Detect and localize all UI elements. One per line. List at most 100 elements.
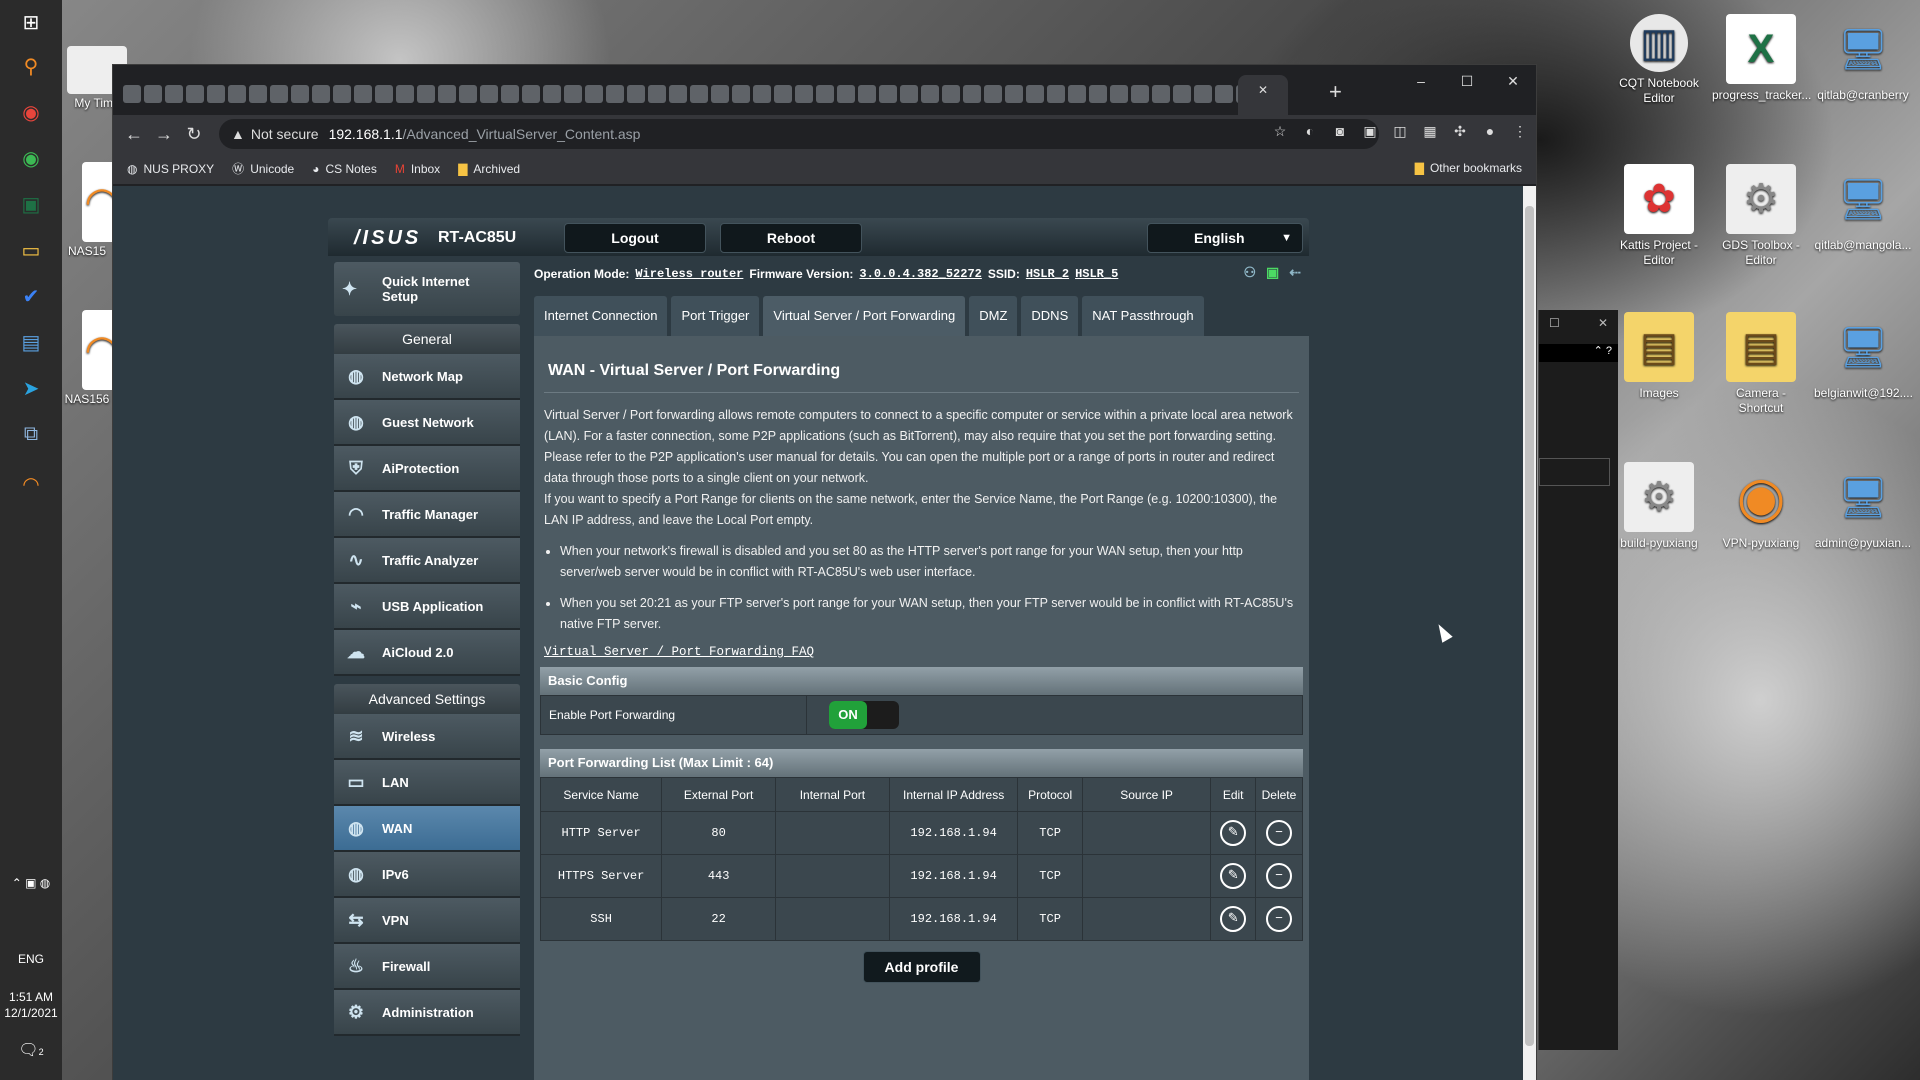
windows-icon[interactable]: ⊞	[15, 6, 47, 38]
tab-favicon[interactable]	[1152, 85, 1170, 103]
edit-icon[interactable]: ✎	[1220, 863, 1247, 889]
faq-link[interactable]: Virtual Server / Port Forwarding FAQ	[540, 645, 1303, 659]
bookmark-item[interactable]: Ⓦ Unicode	[232, 160, 294, 177]
tab-favicon[interactable]	[249, 85, 267, 103]
desktop-icon-nas156[interactable]: ◠ NAS156	[62, 306, 122, 407]
tab-nat-passthrough[interactable]: NAT Passthrough	[1082, 296, 1204, 336]
desktop-icon-kattis[interactable]: ✿ Kattis Project - Editor	[1610, 158, 1708, 268]
scrollbar-thumb[interactable]	[1525, 206, 1534, 1046]
tab-favicon[interactable]	[522, 85, 540, 103]
tab-favicon[interactable]	[312, 85, 330, 103]
tab-favicon[interactable]	[354, 85, 372, 103]
forward-icon[interactable]: →	[149, 124, 179, 145]
excel-icon[interactable]: ▣	[15, 188, 47, 220]
tab-virtual-server[interactable]: Virtual Server / Port Forwarding	[763, 296, 966, 336]
tab-favicon[interactable]	[417, 85, 435, 103]
tab-favicon[interactable]	[123, 85, 141, 103]
glasses-icon[interactable]: ◫	[1390, 121, 1410, 141]
tab-port-trigger[interactable]: Port Trigger	[671, 296, 760, 336]
desktop-icon-camera[interactable]: ▤ Camera - Shortcut	[1712, 306, 1810, 416]
puzzle-icon[interactable]: ✣	[1450, 121, 1470, 141]
op-mode-link[interactable]: Wireless router	[635, 267, 743, 281]
star-icon[interactable]: ☆	[1270, 121, 1290, 141]
desktop-icon-nas15[interactable]: ◠ NAS15	[62, 158, 122, 259]
tab-favicon[interactable]	[1068, 85, 1086, 103]
tab-favicon[interactable]	[228, 85, 246, 103]
desktop-icon-belgianwit[interactable]: 🖥 belgianwit@192....	[1814, 306, 1913, 401]
tab-favicon[interactable]	[711, 85, 729, 103]
tab-favicon[interactable]	[921, 85, 939, 103]
clock-time[interactable]: 1:51 AM	[0, 990, 62, 1004]
background-window-controls[interactable]: ☐ ✕	[1539, 310, 1618, 340]
tab-favicon[interactable]	[879, 85, 897, 103]
menu-administration[interactable]: ⚙ Administration	[334, 990, 520, 1036]
menu-network-map[interactable]: ◍ Network Map	[334, 354, 520, 400]
menu-traffic-analyzer[interactable]: ∿ Traffic Analyzer	[334, 538, 520, 584]
tab-favicon[interactable]	[900, 85, 918, 103]
tab-favicon[interactable]	[732, 85, 750, 103]
tab-internet-connection[interactable]: Internet Connection	[534, 296, 668, 336]
warning-icon[interactable]: ▲	[231, 126, 245, 142]
desktop-icon-qitlab-cranberry[interactable]: 🖥 qitlab@cranberry	[1814, 8, 1912, 103]
network-icon[interactable]: ⧉	[15, 418, 47, 450]
reboot-button[interactable]: Reboot	[720, 223, 862, 253]
add-profile-button[interactable]: Add profile	[862, 951, 981, 983]
menu-aicloud[interactable]: ☁ AiCloud 2.0	[334, 630, 520, 676]
tab-favicon[interactable]	[207, 85, 225, 103]
tab-favicon[interactable]	[858, 85, 876, 103]
desktop-icon-images[interactable]: ▤ Images	[1610, 306, 1708, 401]
tray-icons[interactable]: ⌃ ▣ ◍	[0, 876, 62, 890]
fw-link[interactable]: 3.0.0.4.382_52272	[859, 267, 981, 281]
tab-favicon[interactable]	[564, 85, 582, 103]
notification-icon[interactable]: 🗨2	[0, 1040, 62, 1060]
logout-button[interactable]: Logout	[564, 223, 706, 253]
tab-favicon[interactable]	[291, 85, 309, 103]
menu-lan[interactable]: ▭ LAN	[334, 760, 520, 806]
bookmark-item[interactable]: ◍ NUS PROXY	[127, 162, 214, 176]
ssid-link[interactable]: HSLR_2	[1026, 267, 1069, 281]
openvpn-icon[interactable]: ◠	[15, 468, 47, 500]
tray-language[interactable]: ENG	[0, 952, 62, 966]
desktop-icon-qitlab-mangola[interactable]: 🖥 qitlab@mangola...	[1814, 158, 1912, 253]
delete-icon[interactable]: −	[1265, 820, 1292, 846]
tab-dmz[interactable]: DMZ	[969, 296, 1018, 336]
tab-close-icon[interactable]: ✕	[1258, 83, 1268, 97]
desktop-icon-gds-toolbox[interactable]: ⚙ GDS Toolbox - Editor	[1712, 158, 1810, 268]
tab-favicon[interactable]	[606, 85, 624, 103]
edit-icon[interactable]: ✎	[1220, 906, 1247, 932]
tab-favicon[interactable]	[501, 85, 519, 103]
menu-aiprotection[interactable]: ⛨ AiProtection	[334, 446, 520, 492]
file-explorer-icon[interactable]: ▭	[15, 234, 47, 266]
lock-icon[interactable]: ▣	[1360, 121, 1380, 141]
clock-date[interactable]: 12/1/2021	[0, 1006, 62, 1020]
menu-firewall[interactable]: ♨ Firewall	[334, 944, 520, 990]
language-select[interactable]: English ▼	[1147, 223, 1303, 253]
port-forwarding-toggle[interactable]: ON	[829, 701, 899, 729]
clients-icon[interactable]: ⚇	[1243, 264, 1256, 281]
tab-favicon[interactable]	[270, 85, 288, 103]
tab-favicon[interactable]	[396, 85, 414, 103]
usb-status-icon[interactable]: ▣	[1266, 264, 1279, 281]
tab-favicon[interactable]	[1131, 85, 1149, 103]
bookmark-item[interactable]: ◕ CS Notes	[312, 162, 377, 176]
delete-icon[interactable]: −	[1265, 863, 1292, 889]
quick-internet-setup[interactable]: ✦ Quick Internet Setup	[334, 262, 520, 316]
background-window-field[interactable]	[1539, 458, 1610, 486]
todo-icon[interactable]: ✔	[15, 280, 47, 312]
tab-favicon[interactable]	[165, 85, 183, 103]
extension-icon[interactable]: ▦	[1420, 121, 1440, 141]
page-scrollbar[interactable]	[1523, 186, 1536, 1080]
tab-favicon[interactable]	[543, 85, 561, 103]
menu-traffic-manager[interactable]: ◠ Traffic Manager	[334, 492, 520, 538]
tab-ddns[interactable]: DDNS	[1021, 296, 1079, 336]
chrome-dev-icon[interactable]: ◉	[15, 142, 47, 174]
tab-favicon[interactable]	[1173, 85, 1191, 103]
menu-ipv6[interactable]: ◍ IPv6	[334, 852, 520, 898]
tab-favicon[interactable]	[144, 85, 162, 103]
menu-wan[interactable]: ◍ WAN	[334, 806, 520, 852]
menu-usb-application[interactable]: ⌁ USB Application	[334, 584, 520, 630]
tab-favicon[interactable]	[1047, 85, 1065, 103]
back-icon[interactable]: ←	[119, 124, 149, 145]
maximize-button[interactable]: ☐	[1444, 65, 1490, 97]
active-tab[interactable]: ✕	[1238, 75, 1288, 115]
